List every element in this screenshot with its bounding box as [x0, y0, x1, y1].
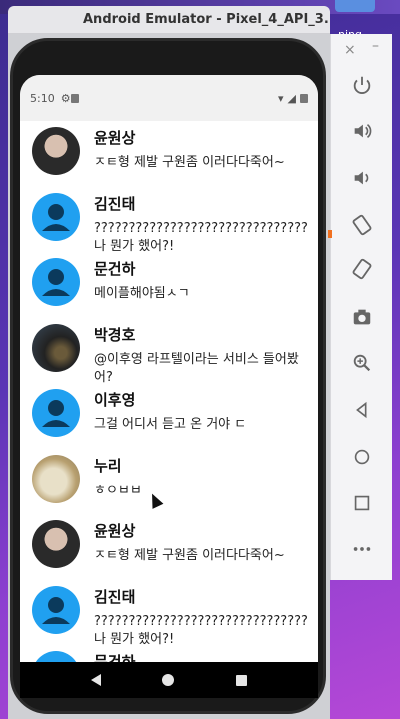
rotate-right-icon[interactable]	[351, 258, 373, 280]
wifi-icon: ▾	[278, 91, 284, 105]
avatar	[32, 454, 80, 503]
chat-name: 박경호	[94, 325, 136, 344]
chat-message: ???????????????????????????????나 뭔가 했어?!	[94, 613, 308, 647]
person-icon	[42, 400, 70, 427]
resize-indicator	[328, 230, 332, 238]
chat-name: 문건하	[94, 653, 136, 662]
android-nav-bar	[20, 662, 318, 698]
chat-row[interactable]: 김진태 ???????????????????????????????나 뭔가 …	[20, 580, 318, 647]
volume-down-icon[interactable]	[351, 167, 373, 189]
status-time: 5:10	[30, 91, 55, 105]
chat-row[interactable]: 박경호 @이후영 라프텔이라는 서비스 들어봤어?	[20, 318, 318, 385]
chat-list: 윤원상 ㅈㅌ형 제발 구원좀 이러다다죽어~ 김진태 ?????????????…	[20, 121, 318, 662]
person-icon	[42, 596, 70, 624]
chat-row[interactable]: 김진태 ???????????????????????????????나 뭔가 …	[20, 187, 318, 254]
chat-row[interactable]: 이후영 그걸 어디서 듣고 온 거야 ㄷ	[20, 383, 318, 449]
nav-home-button[interactable]	[162, 674, 175, 686]
back-icon[interactable]	[351, 399, 373, 421]
chat-row[interactable]: 윤원상 ㅈㅌ형 제발 구원좀 이러다다죽어~	[20, 121, 318, 187]
device-screen[interactable]: 5:10 ⚙ ▾ ◢ 윤원상 ㅈㅌ형 제발 구원좀 이러다다죽어~ 김진태 ??…	[20, 75, 318, 662]
zoom-icon[interactable]	[351, 352, 373, 374]
chat-row[interactable]: 윤원상 ㅈㅌ형 제발 구원좀 이러다다죽어~	[20, 514, 318, 580]
chat-name: 누리	[94, 456, 122, 475]
status-bar: 5:10 ⚙ ▾ ◢	[20, 75, 318, 121]
chat-row[interactable]: 누리 ㅎㅇㅂㅂ	[20, 449, 318, 515]
chat-message: ???????????????????????????????나 뭔가 했어?!	[94, 220, 308, 254]
chat-message: ㅎㅇㅂㅂ	[94, 482, 142, 498]
avatar	[32, 127, 80, 175]
chat-message: ㅈㅌ형 제발 구원좀 이러다다죽어~	[94, 155, 285, 170]
home-icon[interactable]	[351, 446, 373, 468]
camera-icon[interactable]	[351, 306, 373, 328]
minimize-icon[interactable]: –	[372, 38, 379, 54]
chat-name: 김진태	[94, 587, 136, 606]
desktop-window-tab	[335, 0, 375, 12]
volume-up-icon[interactable]	[351, 120, 373, 142]
chat-name: 윤원상	[94, 129, 136, 147]
person-icon	[42, 203, 70, 231]
chat-name: 문건하	[94, 260, 136, 278]
signal-icon: ◢	[287, 91, 296, 105]
sim-icon	[70, 93, 79, 103]
battery-icon	[300, 93, 308, 103]
avatar	[32, 389, 80, 437]
window-title-bar[interactable]: Android Emulator - Pixel_4_API_3...	[8, 6, 330, 34]
person-icon	[42, 269, 70, 296]
chat-message: ㅈㅌ형 제발 구원좀 이러다다죽어~	[94, 548, 285, 563]
avatar	[32, 192, 80, 241]
chat-name: 이후영	[94, 391, 136, 409]
avatar	[32, 323, 80, 372]
window-title: Android Emulator - Pixel_4_API_3...	[83, 12, 330, 27]
chat-row[interactable]: 문건하 메이플해야됨ㅅㄱ	[20, 252, 318, 318]
chat-name: 김진태	[94, 194, 136, 213]
overview-icon[interactable]	[351, 492, 373, 514]
nav-recents-button[interactable]	[236, 674, 248, 686]
person-icon	[32, 651, 80, 662]
avatar	[32, 651, 80, 662]
nav-back-button[interactable]	[90, 674, 101, 686]
avatar	[32, 258, 80, 306]
chat-name: 윤원상	[94, 522, 136, 540]
chat-message: 그걸 어디서 듣고 온 거야 ㄷ	[94, 417, 247, 432]
chat-row[interactable]: 문건하	[20, 645, 318, 662]
chat-message: @이후영 라프텔이라는 서비스 들어봤어?	[94, 351, 299, 385]
chat-message: 메이플해야됨ㅅㄱ	[94, 286, 190, 301]
close-icon[interactable]: ×	[344, 42, 356, 58]
rotate-left-icon[interactable]	[351, 214, 373, 236]
settings-icon: ⚙	[60, 91, 71, 105]
power-icon[interactable]	[351, 74, 373, 96]
avatar	[32, 585, 80, 634]
avatar	[32, 520, 80, 568]
more-icon[interactable]	[351, 538, 373, 560]
